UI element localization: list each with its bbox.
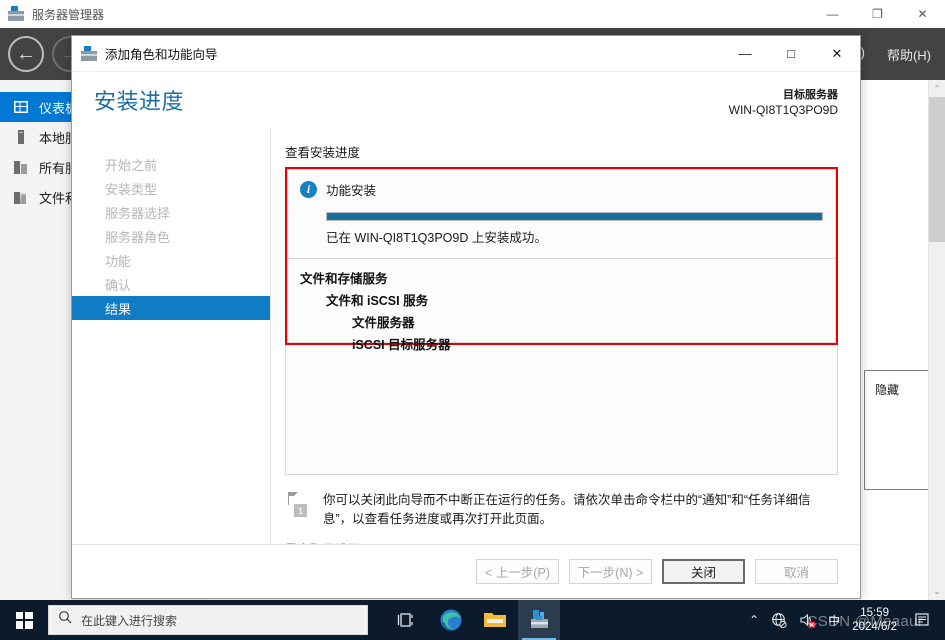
- taskbar-pinned-apps: [386, 600, 560, 640]
- taskbar: 在此键入进行搜索 ⌃ 中 15:59 2024/6/2 CSDN @Meaaur: [0, 600, 945, 640]
- flag-icon: 1: [287, 491, 313, 517]
- back-button[interactable]: ←: [8, 36, 44, 72]
- results-empty-area: [285, 345, 838, 475]
- network-disconnected-icon[interactable]: [771, 612, 787, 628]
- restore-button[interactable]: ❐: [855, 0, 900, 28]
- volume-muted-icon[interactable]: [799, 612, 816, 628]
- page-title: 安装进度: [94, 89, 185, 114]
- step-features[interactable]: 功能: [72, 248, 270, 272]
- feature-installation-panel: i 功能安装 已在 WIN-QI8T1Q3PO9D 上安装成功。: [287, 169, 836, 259]
- server-manager-window-controls: — ❐ ✕: [810, 0, 945, 28]
- toolbox-icon: [8, 6, 24, 22]
- notifications-icon[interactable]: [909, 600, 935, 640]
- windows-logo-icon: [15, 611, 33, 629]
- server-manager-icon[interactable]: [518, 600, 560, 640]
- screen: 服务器管理器 — ❐ ✕ ← → V) 帮助(H) 仪表板: [0, 0, 945, 640]
- server-manager-titlebar: 服务器管理器 — ❐ ✕: [0, 0, 945, 28]
- previous-button[interactable]: < 上一步(P): [476, 559, 559, 584]
- ime-indicator[interactable]: 中: [828, 612, 840, 629]
- scrollbar-thumb[interactable]: [929, 97, 945, 242]
- wizard-header: 安装进度 目标服务器 WIN-QI8T1Q3PO9D: [72, 72, 860, 128]
- installation-progress-bar: [326, 212, 823, 221]
- server-manager-title: 服务器管理器: [32, 7, 105, 22]
- step-server-selection[interactable]: 服务器选择: [72, 200, 270, 224]
- step-installation-type[interactable]: 安装类型: [72, 176, 270, 200]
- task-view-icon[interactable]: [386, 600, 428, 640]
- wizard-window-controls: — □ ✕: [722, 36, 860, 71]
- list-item: iSCSI 目标服务器: [352, 338, 451, 352]
- wizard-note: 1 你可以关闭此向导而不中断正在运行的任务。请依次单击命令栏中的“通知”和“任务…: [285, 491, 838, 529]
- toolbox-icon: [81, 45, 97, 62]
- search-input[interactable]: 在此键入进行搜索: [48, 605, 368, 635]
- installed-components-list: 文件和存储服务 文件和 iSCSI 服务 文件服务器 iSCSI 目标服务器: [287, 259, 836, 352]
- edge-icon[interactable]: [430, 600, 472, 640]
- list-item: 文件和 iSCSI 服务: [326, 294, 429, 308]
- scroll-up-icon[interactable]: ⌃: [929, 80, 945, 97]
- file-storage-icon: [12, 188, 30, 206]
- step-server-roles[interactable]: 服务器角色: [72, 224, 270, 248]
- wizard-content: 查看安装进度 i 功能安装 已在 WIN-QI8T1Q3PO9D 上安装成功。: [271, 128, 860, 557]
- file-explorer-icon[interactable]: [474, 600, 516, 640]
- target-server-info: 目标服务器 WIN-QI8T1Q3PO9D: [729, 88, 838, 118]
- close-button[interactable]: 关闭: [662, 559, 745, 584]
- start-button[interactable]: [0, 600, 48, 640]
- taskbar-clock[interactable]: 15:59 2024/6/2: [852, 606, 897, 634]
- close-button[interactable]: ✕: [900, 0, 945, 28]
- content-scrollbar[interactable]: ⌃ ⌄: [928, 80, 945, 600]
- results-highlight-box: i 功能安装 已在 WIN-QI8T1Q3PO9D 上安装成功。 文件和存储服务…: [285, 167, 838, 352]
- list-item: 文件服务器: [352, 316, 415, 330]
- search-icon: [58, 610, 73, 630]
- dashboard-icon: [12, 98, 30, 116]
- note-text: 你可以关闭此向导而不中断正在运行的任务。请依次单击命令栏中的“通知”和“任务详细…: [323, 493, 811, 526]
- next-button[interactable]: 下一步(N) >: [569, 559, 652, 584]
- server-icon: [12, 128, 30, 146]
- step-confirmation[interactable]: 确认: [72, 272, 270, 296]
- wizard-footer: < 上一步(P) 下一步(N) > 关闭 取消: [72, 544, 860, 598]
- search-placeholder: 在此键入进行搜索: [81, 613, 178, 628]
- notification-count-badge: 1: [294, 504, 307, 517]
- minimize-button[interactable]: —: [722, 36, 768, 71]
- server-manager-menubar: V) 帮助(H): [852, 45, 945, 64]
- wizard-titlebar: 添加角色和功能向导 — □ ✕: [72, 36, 860, 72]
- wizard-steps: 开始之前 安装类型 服务器选择 服务器角色 功能 确认 结果: [72, 128, 271, 544]
- view-installation-progress-label: 查看安装进度: [285, 146, 361, 160]
- step-results[interactable]: 结果: [72, 296, 270, 320]
- wizard-body: 开始之前 安装类型 服务器选择 服务器角色 功能 确认 结果 查看安装进度 i …: [72, 128, 860, 557]
- close-icon[interactable]: ✕: [814, 36, 860, 71]
- clock-time: 15:59: [860, 607, 889, 619]
- cancel-button[interactable]: 取消: [755, 559, 838, 584]
- scroll-down-icon[interactable]: ⌄: [929, 583, 945, 600]
- add-roles-and-features-wizard: 添加角色和功能向导 — □ ✕ 安装进度 目标服务器 WIN-QI8T1Q3PO…: [71, 35, 861, 599]
- clock-date: 2024/6/2: [852, 621, 897, 633]
- hide-button[interactable]: 隐藏: [864, 370, 928, 490]
- servers-icon: [12, 158, 30, 176]
- wizard-title: 添加角色和功能向导: [105, 48, 218, 62]
- info-icon: i: [300, 181, 317, 198]
- tray-chevron-up-icon[interactable]: ⌃: [749, 613, 759, 627]
- feature-installation-heading: 功能安装: [326, 184, 377, 198]
- list-item: 文件和存储服务: [300, 272, 388, 286]
- maximize-button[interactable]: □: [768, 36, 814, 71]
- system-tray: ⌃ 中 15:59 2024/6/2: [749, 600, 945, 640]
- step-before-you-begin[interactable]: 开始之前: [72, 152, 270, 176]
- target-server-label: 目标服务器: [783, 89, 838, 101]
- minimize-button[interactable]: —: [810, 0, 855, 28]
- menu-item-help[interactable]: 帮助(H): [887, 45, 931, 64]
- installation-status-message: 已在 WIN-QI8T1Q3PO9D 上安装成功。: [326, 231, 547, 245]
- target-server-name: WIN-QI8T1Q3PO9D: [728, 103, 838, 117]
